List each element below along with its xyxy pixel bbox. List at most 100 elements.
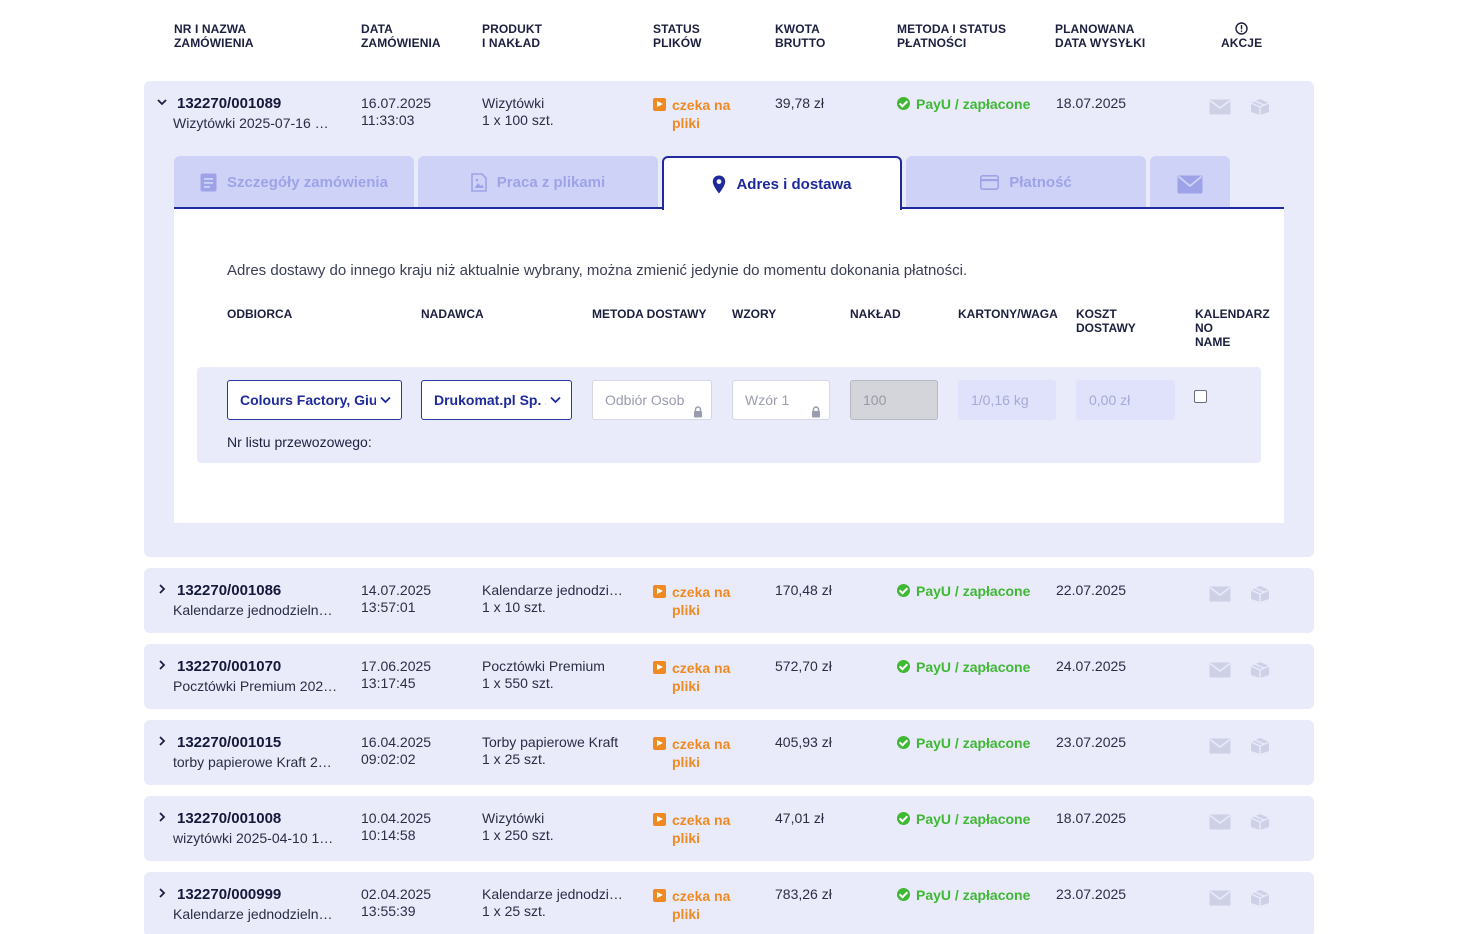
order-row-expanded: 132270/001089 Wizytówki 2025-07-16 … 16.… [144,81,1314,557]
package-icon[interactable] [1250,98,1270,121]
tab-address-delivery[interactable]: Adres i dostawa [662,156,902,210]
recipient-select[interactable]: Colours Factory, Gius [227,380,402,420]
col-quantity: NAKŁAD [850,307,901,321]
order-number[interactable]: 132270/001086 [177,582,281,599]
ship-date: 23.07.2025 [1056,734,1127,750]
header-file-status: STATUS PLIKÓW [653,22,702,50]
file-status[interactable]: czeka na pliki [653,735,742,771]
order-name: Kalendarze jednodzieln… [173,602,333,618]
order-product: Wizytówki 1 x 250 szt. [482,810,554,843]
file-status[interactable]: czeka na pliki [653,811,742,847]
header-actions: AKCJE [1221,22,1262,50]
payment-status: PayU / zapłacone [897,735,1030,751]
order-date: 16.04.2025 09:02:02 [361,734,432,767]
header-order: NR I NAZWA ZAMÓWIENIA [174,22,254,50]
expand-chevron-icon[interactable] [156,886,168,900]
order-amount: 39,78 zł [775,95,825,111]
order-name: Wizytówki 2025-07-16 … [173,115,329,131]
col-recipient: ODBIORCA [227,307,293,321]
package-icon[interactable] [1250,889,1270,912]
expand-chevron-icon[interactable] [156,658,168,672]
order-amount: 572,70 zł [775,658,832,674]
package-icon[interactable] [1250,661,1270,684]
payment-status: PayU / zapłacone [897,887,1030,903]
expand-chevron-icon[interactable] [156,734,168,748]
play-icon [653,585,666,598]
order-date: 10.04.2025 10:14:58 [361,810,432,843]
order-number[interactable]: 132270/001070 [177,658,281,675]
order-name: Kalendarze jednodzieln… [173,906,333,922]
ship-date: 22.07.2025 [1056,582,1127,598]
order-row[interactable]: 132270/001086 Kalendarze jednodzieln… 14… [144,568,1314,633]
order-number[interactable]: 132270/001015 [177,734,281,751]
file-status[interactable]: czeka na pliki [653,583,742,619]
order-date: 17.06.2025 13:17:45 [361,658,432,691]
order-product: Pocztówki Premium 1 x 550 szt. [482,658,605,691]
chevron-down-icon [376,381,391,419]
order-number[interactable]: 132270/001008 [177,810,281,827]
check-circle-icon [897,736,910,749]
package-icon[interactable] [1250,813,1270,836]
order-name: Pocztówki Premium 202… [173,678,338,694]
col-delivery-cost: KOSZT DOSTAWY [1076,307,1136,335]
col-calendar-no-name: KALENDARZ NO NAME [1195,307,1270,349]
image-file-icon [470,172,487,192]
order-row[interactable]: 132270/001008 wizytówki 2025-04-10 1… 10… [144,796,1314,861]
tab-order-details[interactable]: Szczegóły zamówienia [174,156,414,208]
delivery-form-row: Colours Factory, Gius Drukomat.pl Sp. z … [197,367,1261,463]
lock-icon [811,394,821,419]
envelope-icon [1177,175,1203,194]
payment-status: PayU / zapłacone [897,659,1030,675]
envelope-icon[interactable] [1209,890,1231,911]
order-date: 02.04.2025 13:55:39 [361,886,432,919]
sender-select[interactable]: Drukomat.pl Sp. z [421,380,572,420]
envelope-icon[interactable] [1209,586,1231,607]
design-field: Wzór 1 [732,380,830,420]
play-icon [653,98,666,111]
order-name: wizytówki 2025-04-10 1… [173,830,334,846]
order-row[interactable]: 132270/001070 Pocztówki Premium 202… 17.… [144,644,1314,709]
order-product: Wizytówki 1 x 100 szt. [482,95,554,128]
expand-chevron-icon[interactable] [156,810,168,824]
check-circle-icon [897,660,910,673]
header-payment: METODA I STATUS PŁATNOŚCI [897,22,1007,50]
order-date: 16.07.2025 11:33:03 [361,95,432,128]
header-amount: KWOTA BRUTTO [775,22,826,50]
envelope-icon[interactable] [1209,814,1231,835]
calendar-no-name-checkbox[interactable] [1194,390,1207,403]
envelope-icon[interactable] [1209,99,1231,120]
file-status[interactable]: czeka na pliki [653,659,742,695]
envelope-icon[interactable] [1209,662,1231,683]
order-number[interactable]: 132270/000999 [177,886,281,903]
expand-chevron-icon[interactable] [156,582,168,596]
collapse-chevron-icon[interactable] [156,95,168,109]
payment-status: PayU / zapłacone [897,811,1030,827]
envelope-icon[interactable] [1209,738,1231,759]
quantity-field: 100 [850,380,938,420]
tab-payment[interactable]: Płatność [906,156,1146,208]
tab-messages[interactable] [1150,156,1230,208]
package-icon[interactable] [1250,585,1270,608]
credit-card-icon [980,174,1000,190]
col-sender: NADAWCA [421,307,484,321]
order-date: 14.07.2025 13:57:01 [361,582,432,615]
order-row[interactable]: 132270/001015 torby papierowe Kraft 2… 1… [144,720,1314,785]
order-row[interactable]: 132270/000999 Kalendarze jednodzieln… 02… [144,872,1314,934]
order-product: Kalendarze jednodzi… 1 x 10 szt. [482,582,623,615]
order-name: torby papierowe Kraft 2… [173,754,332,770]
chevron-down-icon [546,381,561,419]
package-icon[interactable] [1250,737,1270,760]
tab-files[interactable]: Praca z plikami [418,156,658,208]
ship-date: 23.07.2025 [1056,886,1127,902]
delivery-cost-field: 0,00 zł [1076,380,1175,420]
info-icon[interactable] [1221,22,1262,36]
order-product: Torby papierowe Kraft 1 x 25 szt. [482,734,619,767]
check-circle-icon [897,584,910,597]
order-number[interactable]: 132270/001089 [177,95,281,112]
order-tabs: Szczegóły zamówienia Praca z plikami Adr… [174,156,1284,210]
file-status[interactable]: czeka na pliki [653,96,742,132]
order-amount: 405,93 zł [775,734,832,750]
header-product: PRODUKT I NAKŁAD [482,22,543,50]
file-status[interactable]: czeka na pliki [653,887,742,923]
boxes-weight-field: 1/0,16 kg [958,380,1056,420]
